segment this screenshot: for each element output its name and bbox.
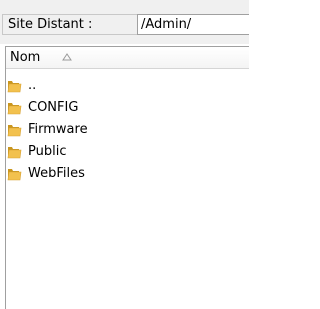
folder-icon [7, 125, 22, 137]
list-item-label: Firmware [28, 122, 88, 137]
file-rows: .. CONFIG Firmware Public WebFiles [6, 75, 249, 185]
name-column-title: Nom [10, 50, 41, 65]
list-item-label: .. [28, 78, 37, 93]
remote-site-label: Site Distant : [2, 14, 137, 35]
sort-ascending-icon [62, 53, 72, 61]
remote-file-list[interactable]: Nom .. CONFIG Firmware Public WebFiles [5, 46, 249, 309]
list-item-config[interactable]: CONFIG [6, 97, 249, 119]
list-item-firmware[interactable]: Firmware [6, 119, 249, 141]
list-item-label: CONFIG [28, 100, 79, 115]
list-item-public[interactable]: Public [6, 141, 249, 163]
list-item-webfiles[interactable]: WebFiles [6, 163, 249, 185]
folder-icon [7, 103, 22, 115]
name-column-header[interactable]: Nom [6, 47, 249, 69]
list-item-parent-dir[interactable]: .. [6, 75, 249, 97]
remote-site-panel: Site Distant : Nom .. CONF [0, 0, 249, 309]
remote-path-input[interactable] [137, 14, 249, 35]
list-item-label: WebFiles [28, 166, 85, 181]
folder-icon [7, 81, 22, 93]
folder-icon [7, 169, 22, 181]
list-item-label: Public [28, 144, 67, 159]
folder-icon [7, 147, 22, 159]
remote-site-bar: Site Distant : [0, 0, 249, 44]
